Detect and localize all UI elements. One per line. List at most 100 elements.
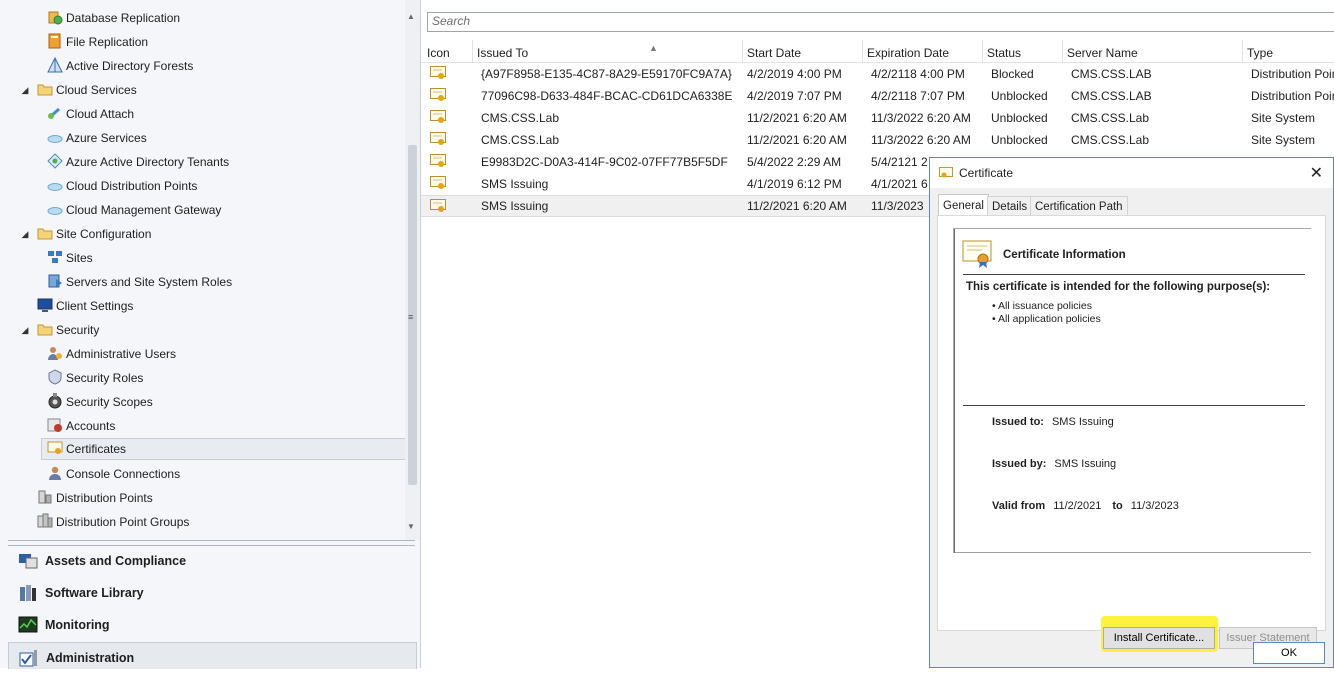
tree-item-label: Administrative Users: [66, 347, 177, 361]
tab-details[interactable]: Details: [987, 196, 1033, 216]
column-header-icon[interactable]: Icon: [423, 40, 473, 62]
certificate-icon: [430, 132, 446, 145]
scroll-up-arrow-icon[interactable]: ▲: [407, 12, 415, 21]
cell-expiration: 11/3/2022 6:20 AM: [871, 133, 971, 147]
valid-from-label: Valid from: [992, 500, 1046, 512]
collapse-arrow-icon[interactable]: ◢: [19, 79, 31, 101]
cell-type: Site System: [1251, 111, 1316, 125]
column-header-expiration-date[interactable]: Expiration Date: [863, 40, 983, 62]
column-header-start-date[interactable]: Start Date: [743, 40, 863, 62]
search-box[interactable]: [427, 12, 1334, 32]
tree-item-database-replication[interactable]: Database Replication: [47, 7, 180, 29]
tree-item-active-directory-forests[interactable]: Active Directory Forests: [47, 55, 193, 77]
sites-icon: [48, 251, 62, 263]
tree-item-client-settings[interactable]: Client Settings: [37, 295, 133, 317]
cell-start: 4/2/2019 4:00 PM: [747, 67, 842, 81]
security-roles-icon: [48, 369, 62, 385]
tree-item-console-connections[interactable]: Console Connections: [47, 463, 180, 485]
tree-item-administrative-users[interactable]: Administrative Users: [47, 343, 176, 365]
column-header-server-name[interactable]: Server Name: [1063, 40, 1243, 62]
cell-type: Distribution Point: [1251, 89, 1334, 103]
admin-users-icon: [48, 347, 62, 360]
tree-item-security[interactable]: ◢ Security: [22, 319, 100, 341]
search-input[interactable]: [428, 13, 1316, 29]
valid-to-value: 11/3/2023: [1130, 500, 1179, 512]
tree-item-cloud-attach[interactable]: Cloud Attach: [47, 103, 134, 125]
certificate-icon: [430, 110, 446, 123]
tree-item-site-configuration[interactable]: ◢ Site Configuration: [22, 223, 152, 245]
column-header-status[interactable]: Status: [983, 40, 1063, 62]
workspace-monitoring[interactable]: Monitoring: [8, 610, 415, 640]
valid-from-value: 11/2/2021: [1053, 500, 1102, 512]
scroll-down-arrow-icon[interactable]: ▼: [407, 522, 415, 531]
tree-item-azure-services[interactable]: Azure Services: [47, 127, 147, 149]
workspace-administration[interactable]: Administration: [8, 642, 417, 669]
install-certificate-button[interactable]: Install Certificate...: [1103, 627, 1215, 649]
tab-general[interactable]: General: [938, 194, 989, 216]
certificate-icon: [430, 176, 446, 189]
tree-item-cloud-management-gateway[interactable]: Cloud Management Gateway: [47, 199, 221, 221]
valid-to-label: to: [1112, 500, 1123, 512]
issued-to-label: Issued to:: [992, 416, 1044, 428]
tree-item-distribution-points[interactable]: Distribution Points: [37, 487, 153, 509]
workspace-label: Administration: [46, 651, 135, 665]
tree-item-distribution-point-groups[interactable]: Distribution Point Groups: [37, 511, 189, 533]
workspace-label: Software Library: [45, 586, 144, 600]
purpose-item: • All application policies: [992, 313, 1101, 325]
collapse-arrow-icon[interactable]: ◢: [19, 223, 31, 245]
security-scopes-icon: [48, 393, 62, 409]
tree-item-security-roles[interactable]: Security Roles: [47, 367, 143, 389]
table-row[interactable]: CMS.CSS.Lab 11/2/2021 6:20 AM 11/3/2022 6:…: [421, 129, 1334, 151]
table-row[interactable]: 77096C98-D633-484F-BCAC-CD61DCA6338E 4/2/…: [421, 85, 1334, 107]
tree-item-accounts[interactable]: Accounts: [47, 415, 115, 437]
collapse-arrow-icon[interactable]: ◢: [19, 319, 31, 341]
purpose-item: • All issuance policies: [992, 300, 1092, 312]
table-row[interactable]: {A97F8958-E135-4C87-8A29-E59170FC9A7A} 4/…: [421, 63, 1334, 85]
cell-status: Unblocked: [991, 133, 1048, 147]
tree-item-cloud-services[interactable]: ◢ Cloud Services: [22, 79, 137, 101]
tree-item-sites[interactable]: Sites: [47, 247, 93, 269]
tree-item-azure-ad-tenants[interactable]: Azure Active Directory Tenants: [47, 151, 229, 173]
tree-item-servers-and-site-system-roles[interactable]: Servers and Site System Roles: [47, 271, 232, 293]
cell-status: Unblocked: [991, 111, 1048, 125]
tree-item-label: Console Connections: [66, 467, 181, 481]
tab-certification-path[interactable]: Certification Path: [1030, 196, 1128, 216]
dialog-title-bar[interactable]: Certificate ✕: [930, 158, 1333, 188]
cell-start: 4/1/2019 6:12 PM: [747, 177, 842, 191]
tree-item-cloud-distribution-points[interactable]: Cloud Distribution Points: [47, 175, 197, 197]
column-header-type[interactable]: Type: [1243, 40, 1334, 62]
purpose-heading: This certificate is intended for the fol…: [966, 281, 1271, 293]
cloud-attach-icon: [48, 107, 60, 119]
accounts-icon: [47, 418, 62, 432]
ad-forest-icon: [47, 57, 63, 73]
valid-range-row: Valid from 11/2/2021 to 11/3/2023: [992, 500, 1179, 512]
tree-item-label: Accounts: [66, 419, 116, 433]
workspace-assets-and-compliance[interactable]: Assets and Compliance: [8, 546, 415, 576]
tree-item-label: Cloud Attach: [66, 107, 135, 121]
workspace-software-library[interactable]: Software Library: [8, 578, 415, 608]
tree-item-label: Security Roles: [66, 371, 144, 385]
certificate-icon: [939, 167, 953, 178]
close-icon[interactable]: ✕: [1310, 163, 1323, 183]
tree-item-file-replication[interactable]: File Replication: [47, 31, 148, 53]
ok-button[interactable]: OK: [1253, 642, 1325, 664]
tree-item-label: Client Settings: [56, 299, 134, 313]
table-row[interactable]: CMS.CSS.Lab 11/2/2021 6:20 AM 11/3/2022 6:…: [421, 107, 1334, 129]
certificate-information-frame: Certificate Information This certificate…: [954, 229, 1311, 553]
tree-item-security-scopes[interactable]: Security Scopes: [47, 391, 153, 413]
file-replication-icon: [48, 33, 61, 49]
tree-item-label: Certificates: [66, 442, 127, 456]
tree-item-certificates[interactable]: Certificates: [41, 438, 405, 460]
folder-icon: [37, 324, 53, 336]
cell-start: 11/2/2021 6:20 AM: [747, 133, 847, 147]
administration-icon: [19, 650, 37, 667]
tree-item-label: Security: [56, 323, 100, 337]
column-header-issued-to[interactable]: ▲ Issued To: [473, 40, 743, 62]
cell-expiration: 11/3/2023: [871, 199, 924, 213]
cell-type: Site System: [1251, 133, 1316, 147]
dialog-title: Certificate: [959, 166, 1014, 180]
certificate-icon: [430, 88, 446, 101]
tree-item-label: Security Scopes: [66, 395, 153, 409]
cell-status: Unblocked: [991, 89, 1048, 103]
tree-scrollbar[interactable]: ▲ ≡ ▼: [405, 0, 420, 540]
